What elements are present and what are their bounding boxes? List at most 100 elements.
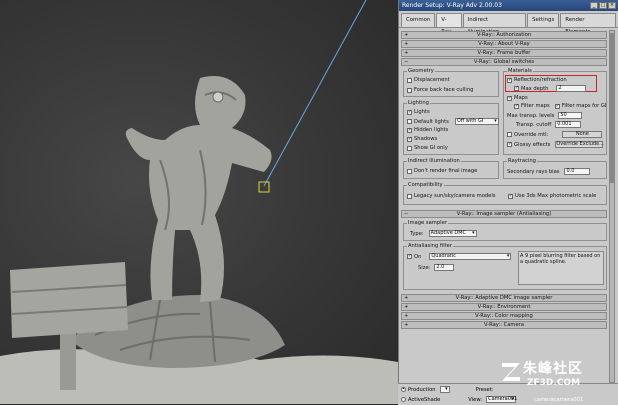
- aa-on-label: On: [414, 253, 422, 260]
- aa-filter-description: A 9 pixel blurring filter based on a qua…: [518, 251, 604, 285]
- activeshade-label: ActiveShade: [408, 396, 441, 403]
- maximize-button[interactable]: □: [599, 2, 607, 9]
- rollout-authorization[interactable]: + V-Ray:: Authorization: [401, 31, 607, 39]
- override-mtl-checkbox[interactable]: [507, 132, 512, 137]
- activeshade-radio[interactable]: [401, 397, 406, 402]
- rollout-environment[interactable]: + V-Ray:: Environment: [401, 303, 607, 311]
- aa-filter-dropdown[interactable]: Quadratic: [429, 253, 512, 260]
- rollout-adaptive-dmc[interactable]: + V-Ray:: Adaptive DMC image sampler: [401, 294, 607, 302]
- rollout-label: V-Ray:: Camera: [484, 322, 524, 328]
- rollout-about[interactable]: + V-Ray:: About V-Ray: [401, 40, 607, 48]
- rollout-global-switches[interactable]: − V-Ray:: Global switches: [401, 58, 607, 66]
- force-back-checkbox[interactable]: [407, 87, 412, 93]
- render-setup-panel: Render Setup: V-Ray Adv 2.00.03 _ □ × Co…: [398, 0, 618, 404]
- global-switches-body: Geometry Displacement Force back face cu…: [401, 67, 607, 209]
- filter-maps-gi-label: Filter maps for GI: [561, 103, 607, 109]
- dont-render-label: Don't render final image: [414, 168, 478, 174]
- lighting-title: Lighting: [407, 100, 430, 107]
- rollout-label: V-Ray:: Image sampler (Antialiasing): [456, 211, 552, 217]
- reflection-label: Reflection/refraction: [514, 77, 567, 83]
- rollout-label: V-Ray:: Environment: [477, 304, 531, 310]
- production-radio[interactable]: •: [401, 387, 406, 392]
- close-button[interactable]: ×: [608, 2, 616, 9]
- filter-maps-label: Filter maps: [521, 103, 550, 109]
- camera-target-line: [263, 0, 367, 187]
- watermark-cn: 朱峰社区: [523, 361, 583, 377]
- tab-render-elements[interactable]: Render Elements: [560, 13, 617, 35]
- filter-maps-checkbox[interactable]: ✓: [514, 103, 519, 109]
- minimize-button[interactable]: _: [590, 2, 598, 9]
- lights-checkbox[interactable]: ✓: [407, 109, 412, 115]
- bias-spinner[interactable]: 0.0: [564, 168, 591, 175]
- indirect-title: Indirect illumination: [407, 158, 461, 165]
- scrollbar-thumb[interactable]: [610, 33, 614, 183]
- compatibility-group: Compatibility Legacy sun/sky/camera mode…: [403, 182, 607, 205]
- geometry-group: Geometry Displacement Force back face cu…: [403, 68, 499, 97]
- maps-checkbox[interactable]: ✓: [507, 95, 512, 101]
- size-spinner[interactable]: 2.0: [434, 264, 455, 271]
- rollout-label: V-Ray:: Frame buffer: [477, 50, 531, 56]
- view-label: View:: [468, 396, 483, 403]
- default-lights-dropdown[interactable]: Off with GI: [454, 118, 499, 125]
- override-exclude-button[interactable]: Override Exclude...: [555, 141, 604, 148]
- use3ds-label: Use 3ds Max photometric scale: [515, 193, 597, 199]
- watermark-url: ZF3D.COM: [527, 378, 581, 388]
- lighting-group: Lighting ✓ Lights Default lights Off with …: [403, 100, 499, 155]
- window-title: Render Setup: V-Ray Adv 2.00.03: [402, 2, 502, 9]
- max-depth-label: Max depth: [521, 85, 549, 92]
- transp-cutoff-spinner[interactable]: 0.001: [555, 121, 582, 128]
- preset-label: Preset:: [475, 386, 494, 393]
- mode-dropdown[interactable]: [439, 386, 450, 393]
- sampler-type-dropdown[interactable]: Adaptive DMC: [428, 230, 477, 237]
- indirect-group: Indirect illumination Don't render final…: [403, 158, 499, 179]
- hidden-lights-label: Hidden lights: [414, 127, 449, 133]
- filter-maps-gi-checkbox[interactable]: ✓: [554, 103, 560, 109]
- default-lights-checkbox[interactable]: [407, 119, 412, 124]
- maps-label: Maps: [514, 95, 528, 101]
- dont-render-checkbox[interactable]: [407, 168, 412, 174]
- override-mtl-button[interactable]: None: [562, 131, 603, 138]
- max-depth-spinner[interactable]: 2: [556, 85, 587, 92]
- legacy-label: Legacy sun/sky/camera models: [414, 193, 496, 199]
- tab-common[interactable]: Common: [401, 13, 436, 27]
- rollout-image-sampler[interactable]: − V-Ray:: Image sampler (Antialiasing): [401, 210, 607, 218]
- window-titlebar[interactable]: Render Setup: V-Ray Adv 2.00.03 _ □ ×: [399, 0, 618, 11]
- force-back-label: Force back face culling: [414, 87, 474, 93]
- compat-title: Compatibility: [407, 182, 444, 189]
- use3ds-checkbox[interactable]: ✓: [508, 193, 513, 199]
- hidden-lights-checkbox[interactable]: ✓: [407, 127, 412, 133]
- viewport[interactable]: [0, 0, 398, 404]
- legacy-checkbox[interactable]: [407, 193, 412, 199]
- tab-settings[interactable]: Settings: [527, 13, 560, 27]
- shadows-checkbox[interactable]: ✓: [407, 136, 412, 142]
- tab-indirect-illumination[interactable]: Indirect illumination: [462, 13, 527, 35]
- rollout-label: V-Ray:: Color mapping: [475, 313, 533, 319]
- aa-filter-group: Antialiasing filter ✓On Quadratic A 9 pix…: [403, 243, 607, 290]
- transp-cutoff-label: Transp. cutoff: [516, 121, 552, 128]
- aa-on-checkbox[interactable]: ✓: [407, 254, 412, 259]
- displacement-checkbox[interactable]: [407, 77, 412, 83]
- watermark: 朱峰社区 ZF3D.COM: [497, 358, 618, 404]
- default-lights-label: Default lights: [414, 118, 449, 125]
- camera-icon: [258, 181, 270, 193]
- rollout-frame-buffer[interactable]: + V-Ray:: Frame buffer: [401, 49, 607, 57]
- scene-render: [0, 0, 398, 404]
- settings-scroll-area: + V-Ray:: Authorization + V-Ray:: About V-…: [401, 30, 607, 383]
- lights-label: Lights: [414, 109, 430, 115]
- max-depth-checkbox[interactable]: ✓: [514, 86, 519, 91]
- tab-vray[interactable]: V-Ray: [436, 13, 462, 35]
- rollout-label: V-Ray:: Global switches: [473, 59, 535, 65]
- geometry-title: Geometry: [407, 68, 435, 75]
- reflection-checkbox[interactable]: ✓: [507, 77, 512, 83]
- figure: [125, 76, 272, 302]
- glossy-label: Glossy effects: [514, 141, 551, 148]
- panel-scrollbar[interactable]: [609, 30, 615, 383]
- rollout-camera[interactable]: + V-Ray:: Camera: [401, 321, 607, 329]
- shadows-label: Shadows: [414, 136, 438, 142]
- max-transp-spinner[interactable]: 50: [558, 112, 583, 119]
- aa-filter-title: Antialiasing filter: [407, 243, 453, 250]
- rollout-color-mapping[interactable]: + V-Ray:: Color mapping: [401, 312, 607, 320]
- image-sampler-title: Image sampler: [407, 220, 448, 227]
- show-gi-checkbox[interactable]: [407, 145, 412, 151]
- glossy-checkbox[interactable]: ✓: [507, 142, 512, 147]
